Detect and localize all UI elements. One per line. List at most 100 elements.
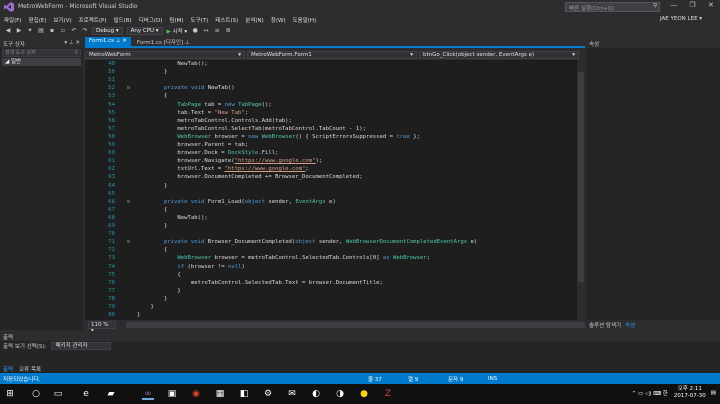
line-number: 58	[108, 133, 115, 140]
file-explorer-icon[interactable]: ▰	[105, 388, 117, 400]
tab-error-list[interactable]: 오류 목록	[19, 365, 41, 373]
code-token: "New Tab"	[214, 109, 245, 116]
menu-item[interactable]: 프로젝트(P)	[79, 16, 107, 24]
code-token: private void	[137, 85, 208, 92]
fold-toggle-icon[interactable]: ⊟	[127, 238, 130, 246]
code-token: }	[137, 182, 168, 189]
code-line: 73 WebBrowser browser = metroTabControl.…	[85, 254, 585, 262]
undo-icon[interactable]: ↶	[70, 27, 78, 35]
tab-output[interactable]: 출력	[3, 365, 13, 373]
tab-properties[interactable]: 속성	[625, 321, 635, 329]
app-icon-3[interactable]: ◑	[334, 388, 346, 400]
toolbox-search-input[interactable]: 검색 도구 상자 ⚲	[2, 49, 81, 57]
save-icon[interactable]: ▪	[48, 27, 56, 35]
window-controls: — ❐ ✕	[664, 1, 720, 13]
code-text: browser.Parent = tab;	[137, 141, 248, 149]
menu-item[interactable]: 도움말(H)	[293, 16, 317, 24]
code-line: 61 browser.Navigate("https://www.google.…	[85, 157, 585, 165]
member-dropdown[interactable]: btnGo_Click(object sender, EventArgs e) ▾	[419, 51, 579, 59]
menu-item[interactable]: 빌드(B)	[114, 16, 132, 24]
task-view-icon[interactable]: ▭	[52, 388, 64, 400]
save-all-icon[interactable]: ▫	[59, 27, 67, 35]
line-number: 70	[108, 231, 115, 238]
tab-solution-explorer[interactable]: 솔루션 탐색기	[589, 321, 621, 329]
code-editor[interactable]: 49 NewTab(); 50 } 51 52 ⊟ private void NewTa…	[85, 60, 585, 320]
chrome-icon[interactable]: ◉	[190, 388, 202, 400]
menu-item[interactable]: 디버그(D)	[139, 16, 163, 24]
platform-select[interactable]: Any CPU ▾	[126, 26, 163, 35]
menu-item[interactable]: 테스트(S)	[215, 16, 238, 24]
code-token: e)	[470, 239, 478, 246]
search-icon[interactable]: ○	[30, 388, 42, 400]
project-dropdown[interactable]: MetroWebForm ▾	[85, 51, 245, 59]
code-line: 49 NewTab();	[85, 60, 585, 68]
uncomment-icon[interactable]: ≣	[224, 27, 232, 35]
media-icon[interactable]: ◧	[238, 388, 250, 400]
windows-start-icon[interactable]: ⊞	[4, 388, 16, 400]
settings-icon[interactable]: ⚙	[262, 388, 274, 400]
notification-icon[interactable]: ▤	[711, 390, 716, 396]
line-number: 73	[108, 255, 115, 262]
new-project-icon[interactable]: ✦	[26, 27, 34, 35]
tab-close-icon[interactable]: ⊥ ✕	[114, 38, 127, 44]
quick-launch-input[interactable]: 빠른 실행(Ctrl+Q) ⚲	[565, 2, 660, 12]
configuration-select[interactable]: Debug ▾	[92, 26, 123, 35]
editor-tab[interactable]: Form1.cs ⊥ ✕	[85, 37, 131, 46]
class-dropdown[interactable]: MetroWebForm.Form1 ▾	[247, 51, 417, 59]
step-icon[interactable]: ↦	[202, 27, 210, 35]
line-number: 51	[108, 77, 115, 84]
back-icon[interactable]: ◀	[4, 27, 12, 35]
start-button[interactable]: ▶ 시작 ▾	[167, 27, 188, 35]
photos-icon[interactable]: ▦	[214, 388, 226, 400]
code-text: if (browser != null)	[137, 263, 244, 271]
menu-item[interactable]: 도구(T)	[191, 16, 209, 24]
chat-icon[interactable]: ●	[358, 388, 370, 400]
breakpoint-icon[interactable]: ●	[191, 27, 199, 35]
minimize-icon[interactable]: —	[670, 1, 677, 13]
restore-icon[interactable]: ❐	[689, 1, 695, 13]
fold-toggle-icon[interactable]: ⊟	[127, 84, 130, 92]
app-icon[interactable]: ▣	[166, 388, 178, 400]
forward-icon[interactable]: ▶	[15, 27, 23, 35]
edge-icon[interactable]: e	[80, 388, 92, 400]
menu-item[interactable]: 보기(V)	[53, 16, 71, 24]
pin-icon[interactable]: ▾ ⊥ ✕	[64, 40, 80, 46]
line-number: 55	[108, 109, 115, 116]
clock[interactable]: 오후 2:11 2017-07-30	[674, 386, 706, 400]
app-icon-2[interactable]: ◐	[310, 388, 322, 400]
menu-item[interactable]: 분석(N)	[245, 16, 264, 24]
menu-item[interactable]: 창(W)	[271, 16, 286, 24]
line-number: 53	[108, 93, 115, 100]
code-text: metroTabControl.SelectTab(metroTabContro…	[137, 125, 366, 133]
output-source-select[interactable]: 패키지 관리자	[50, 342, 111, 350]
code-text: WebBrowser browser = new WebBrowser() { …	[137, 133, 420, 141]
code-line: 58 WebBrowser browser = new WebBrowser()…	[85, 133, 585, 141]
fold-toggle-icon[interactable]: ⊟	[127, 198, 130, 206]
code-text: tab.Text = "New Tab";	[137, 109, 248, 117]
scrollbar-thumb[interactable]	[578, 72, 584, 282]
comment-icon[interactable]: ≡	[213, 27, 221, 35]
code-text: {	[137, 206, 167, 214]
visual-studio-taskbar-icon[interactable]: ∞	[142, 388, 154, 400]
redo-icon[interactable]: ↷	[81, 27, 89, 35]
toolbox-group-label: 일반	[10, 59, 22, 65]
horizontal-scrollbar[interactable]	[125, 322, 585, 328]
menu-item[interactable]: 팀(M)	[169, 16, 183, 24]
code-line: 72 {	[85, 246, 585, 254]
status-column: 열 9	[408, 376, 419, 383]
output-title: 출력	[0, 331, 720, 341]
close-icon[interactable]: ✕	[708, 1, 714, 13]
mail-icon[interactable]: ✉	[286, 388, 298, 400]
user-account[interactable]: JAE YEON LEE ▾	[660, 16, 702, 22]
tab-close-icon[interactable]: ⊥	[183, 40, 190, 46]
zoom-select[interactable]: 110 % ▾	[88, 321, 116, 334]
vertical-scrollbar[interactable]	[577, 60, 585, 320]
menu-item[interactable]: 편집(E)	[29, 16, 47, 24]
filezilla-icon[interactable]: Z	[382, 388, 394, 400]
open-icon[interactable]: ▤	[37, 27, 45, 35]
tray-icons[interactable]: ⌃ ▭ ◁) ⌨ 한	[632, 389, 668, 397]
editor-tab[interactable]: Form1.cs [디자인] ⊥	[133, 37, 194, 46]
toolbox-group-general[interactable]: ◢ 일반	[2, 58, 81, 66]
code-token: Form1_Load(	[207, 198, 245, 205]
menu-item[interactable]: 파일(F)	[4, 16, 22, 24]
